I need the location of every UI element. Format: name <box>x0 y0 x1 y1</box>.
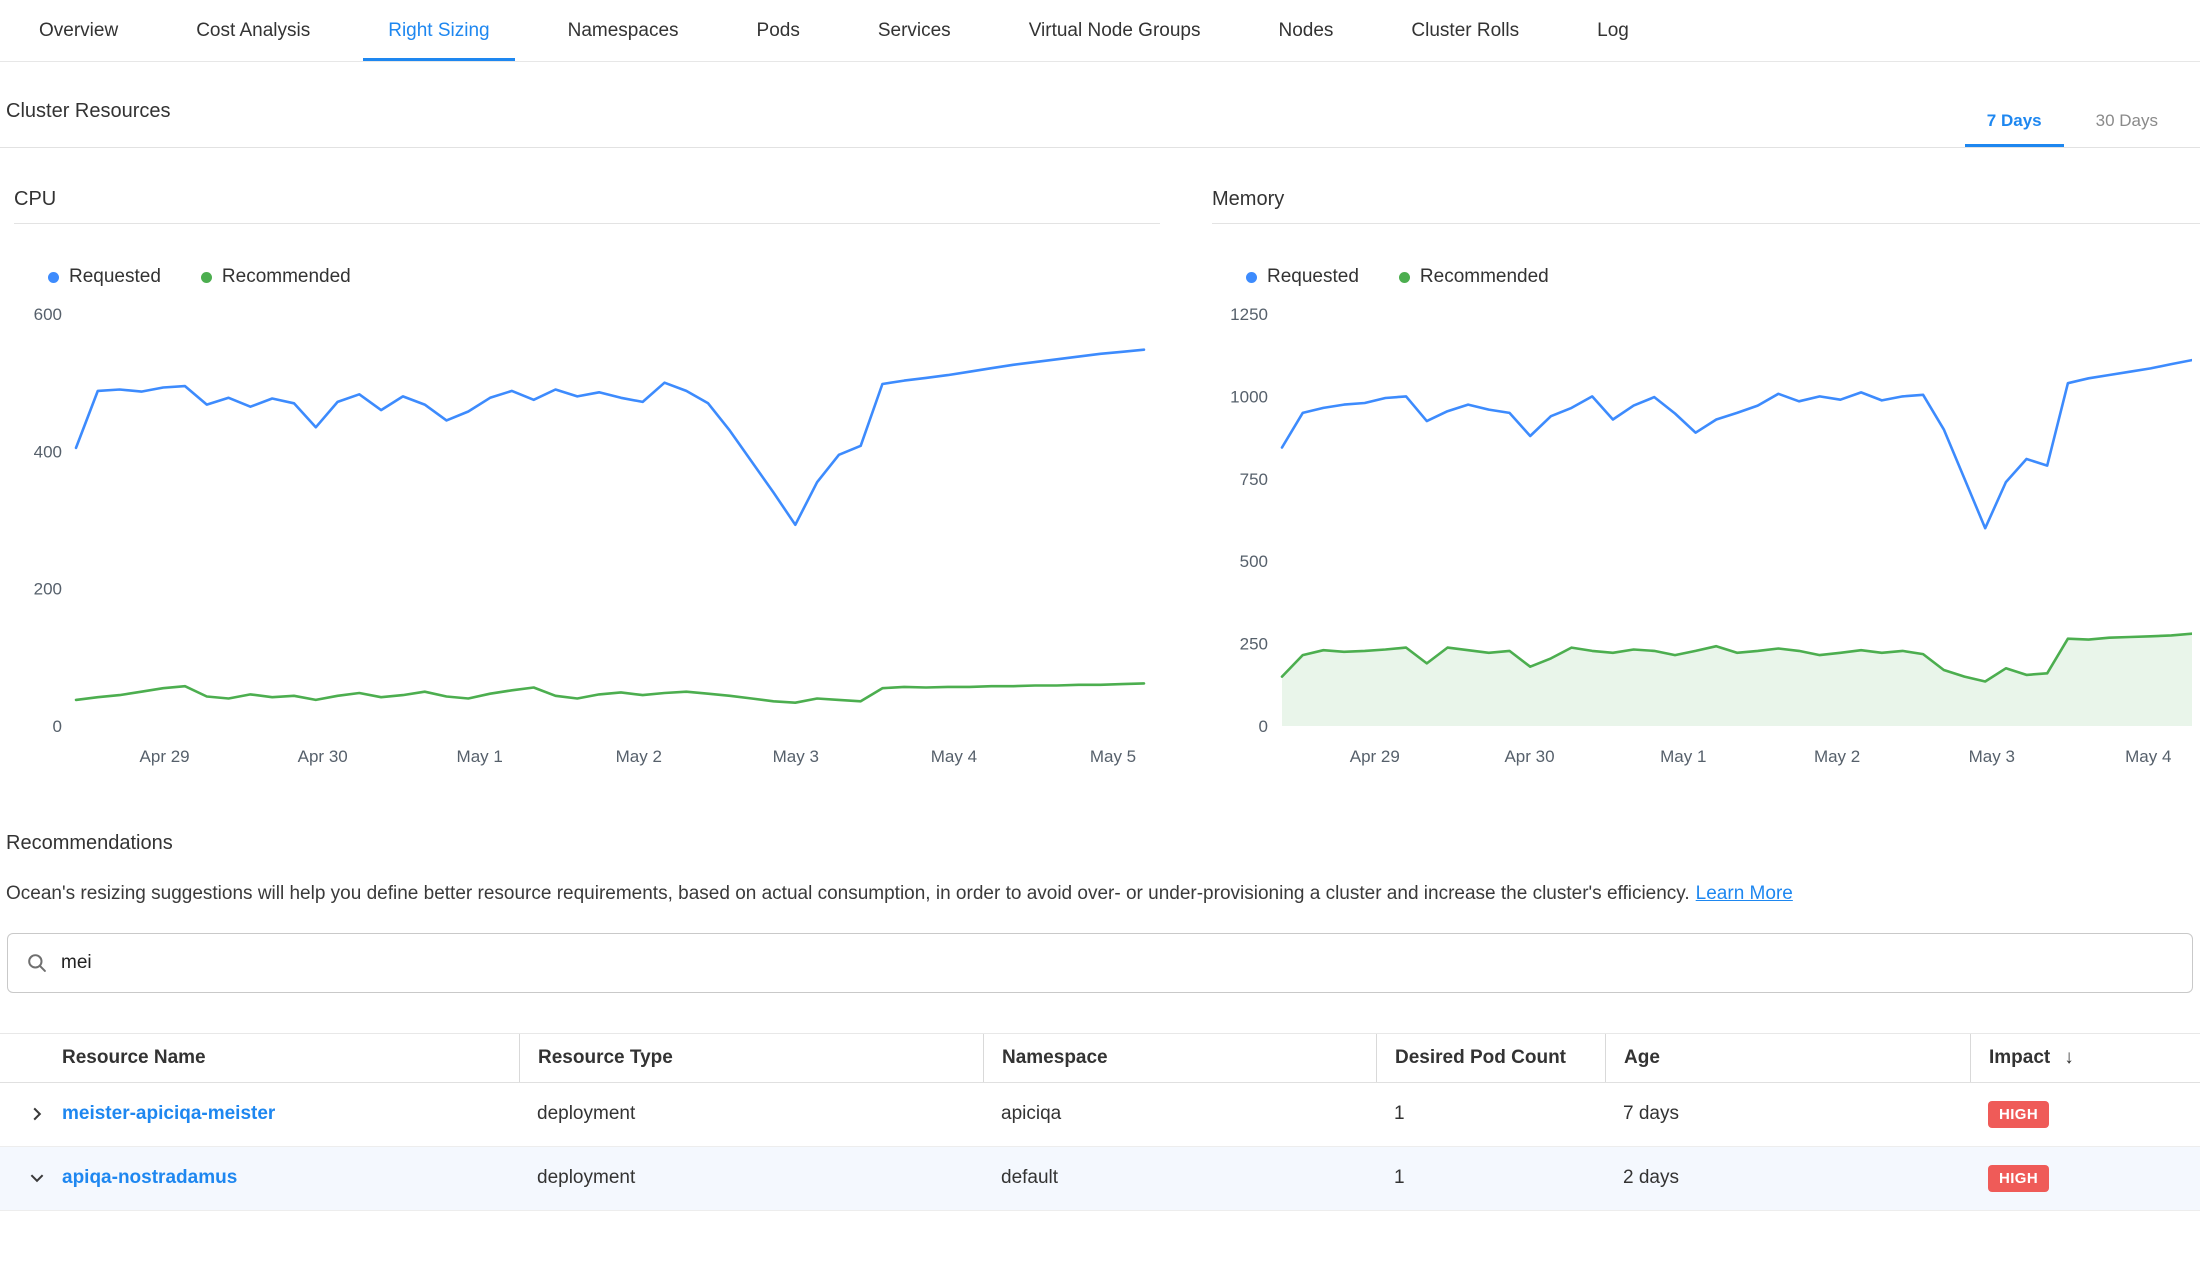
impact-cell: HIGH <box>1970 1165 2200 1192</box>
age-cell: 2 days <box>1605 1167 1970 1189</box>
svg-text:750: 750 <box>1240 470 1268 489</box>
memory-chart-title: Memory <box>1212 188 2200 224</box>
column-header-desired-pod-count[interactable]: Desired Pod Count <box>1376 1034 1605 1082</box>
impact-high-badge: HIGH <box>1988 1101 2049 1128</box>
recommendations-description: Ocean's resizing suggestions will help y… <box>6 881 2200 907</box>
legend-recommended-label: Recommended <box>222 266 351 288</box>
sort-descending-icon[interactable]: ↓ <box>2064 1047 2074 1069</box>
svg-text:May 4: May 4 <box>931 747 977 766</box>
tab-namespaces[interactable]: Namespaces <box>529 0 718 61</box>
chevron-right-icon[interactable] <box>28 1105 46 1123</box>
charts-row: CPU Requested Recommended 0 200 400 600 Apr … <box>0 188 2200 778</box>
svg-text:1000: 1000 <box>1230 387 1268 406</box>
svg-text:0: 0 <box>1259 717 1268 736</box>
namespace-cell: default <box>983 1167 1376 1189</box>
svg-text:May 2: May 2 <box>616 747 662 766</box>
column-header-namespace[interactable]: Namespace <box>983 1034 1376 1082</box>
recommended-dot-icon <box>1399 272 1410 283</box>
recommended-dot-icon <box>201 272 212 283</box>
cpu-chart-title: CPU <box>14 188 1160 224</box>
svg-text:Apr 29: Apr 29 <box>140 747 190 766</box>
column-header-impact-label: Impact <box>1989 1047 2050 1069</box>
cluster-resources-header: Cluster Resources 7 Days 30 Days <box>0 62 2200 148</box>
recommendations-title: Recommendations <box>6 832 2200 855</box>
svg-text:200: 200 <box>34 580 62 599</box>
svg-text:400: 400 <box>34 442 62 461</box>
cpu-chart-panel: CPU Requested Recommended 0 200 400 600 Apr … <box>14 188 1160 778</box>
requested-dot-icon <box>48 272 59 283</box>
column-header-age[interactable]: Age <box>1605 1034 1970 1082</box>
search-icon <box>26 952 48 974</box>
age-cell: 7 days <box>1605 1103 1970 1125</box>
legend-recommended: Recommended <box>201 266 351 288</box>
resource-type-cell: deployment <box>519 1103 983 1125</box>
impact-high-badge: HIGH <box>1988 1165 2049 1192</box>
memory-chart-panel: Memory Requested Recommended 0 250 500 750 1… <box>1212 188 2200 778</box>
tab-right-sizing[interactable]: Right Sizing <box>349 0 528 61</box>
svg-text:Apr 29: Apr 29 <box>1350 747 1400 766</box>
tab-cluster-rolls[interactable]: Cluster Rolls <box>1372 0 1558 61</box>
impact-cell: HIGH <box>1970 1101 2200 1128</box>
memory-chart-legend: Requested Recommended <box>1246 266 2200 288</box>
tab-log[interactable]: Log <box>1558 0 1668 61</box>
svg-text:250: 250 <box>1240 635 1268 654</box>
svg-text:500: 500 <box>1240 552 1268 571</box>
tab-pods[interactable]: Pods <box>718 0 839 61</box>
legend-recommended-label: Recommended <box>1420 266 1549 288</box>
tab-cost-analysis[interactable]: Cost Analysis <box>157 0 349 61</box>
tab-virtual-node-groups[interactable]: Virtual Node Groups <box>990 0 1240 61</box>
tab-services[interactable]: Services <box>839 0 990 61</box>
svg-text:May 1: May 1 <box>1660 747 1706 766</box>
desired-pod-count-cell: 1 <box>1376 1103 1605 1125</box>
recommendations-table: Resource Name Resource Type Namespace De… <box>0 1033 2200 1211</box>
table-row[interactable]: meister-apiciqa-meister deployment apici… <box>0 1083 2200 1147</box>
svg-text:Apr 30: Apr 30 <box>298 747 348 766</box>
svg-text:Apr 30: Apr 30 <box>1504 747 1554 766</box>
resource-name-cell: apiqa-nostradamus <box>0 1167 519 1189</box>
resource-name-link[interactable]: meister-apiciqa-meister <box>62 1103 275 1125</box>
requested-dot-icon <box>1246 272 1257 283</box>
chevron-down-icon[interactable] <box>28 1169 46 1187</box>
recommendations-description-text: Ocean's resizing suggestions will help y… <box>6 883 1690 904</box>
search-input[interactable] <box>61 952 2174 974</box>
svg-text:May 5: May 5 <box>1090 747 1136 766</box>
resource-name-link[interactable]: apiqa-nostradamus <box>62 1167 237 1189</box>
svg-text:May 1: May 1 <box>457 747 503 766</box>
column-header-resource-name[interactable]: Resource Name <box>0 1034 519 1082</box>
search-box[interactable] <box>7 933 2193 993</box>
legend-requested-label: Requested <box>1267 266 1359 288</box>
time-range-toggle: 7 Days 30 Days <box>1965 111 2180 147</box>
cpu-chart-legend: Requested Recommended <box>48 266 1160 288</box>
memory-line-chart: 0 250 500 750 1000 1250 Apr 29 Apr 30 May 1 May 2… <box>1212 300 2192 778</box>
svg-text:600: 600 <box>34 305 62 324</box>
legend-recommended: Recommended <box>1399 266 1549 288</box>
svg-text:0: 0 <box>53 717 62 736</box>
namespace-cell: apiciqa <box>983 1103 1376 1125</box>
cpu-line-chart: 0 200 400 600 Apr 29 Apr 30 May 1 May 2 May 3 May… <box>14 300 1150 778</box>
column-header-impact[interactable]: Impact ↓ <box>1970 1034 2200 1082</box>
svg-text:May 3: May 3 <box>773 747 819 766</box>
svg-text:May 2: May 2 <box>1814 747 1860 766</box>
svg-text:May 3: May 3 <box>1969 747 2015 766</box>
resource-name-cell: meister-apiciqa-meister <box>0 1103 519 1125</box>
legend-requested-label: Requested <box>69 266 161 288</box>
range-30-days[interactable]: 30 Days <box>2074 111 2180 147</box>
top-tab-bar: Overview Cost Analysis Right Sizing Name… <box>0 0 2200 62</box>
table-row[interactable]: apiqa-nostradamus deployment default 1 2… <box>0 1147 2200 1211</box>
range-7-days[interactable]: 7 Days <box>1965 111 2064 147</box>
legend-requested: Requested <box>1246 266 1359 288</box>
table-header: Resource Name Resource Type Namespace De… <box>0 1033 2200 1083</box>
column-header-resource-type[interactable]: Resource Type <box>519 1034 983 1082</box>
tab-nodes[interactable]: Nodes <box>1240 0 1373 61</box>
cluster-resources-title: Cluster Resources <box>6 100 171 123</box>
tab-overview[interactable]: Overview <box>0 0 157 61</box>
learn-more-link[interactable]: Learn More <box>1696 883 1793 904</box>
svg-text:May 4: May 4 <box>2125 747 2171 766</box>
svg-text:1250: 1250 <box>1230 305 1268 324</box>
resource-type-cell: deployment <box>519 1167 983 1189</box>
desired-pod-count-cell: 1 <box>1376 1167 1605 1189</box>
legend-requested: Requested <box>48 266 161 288</box>
